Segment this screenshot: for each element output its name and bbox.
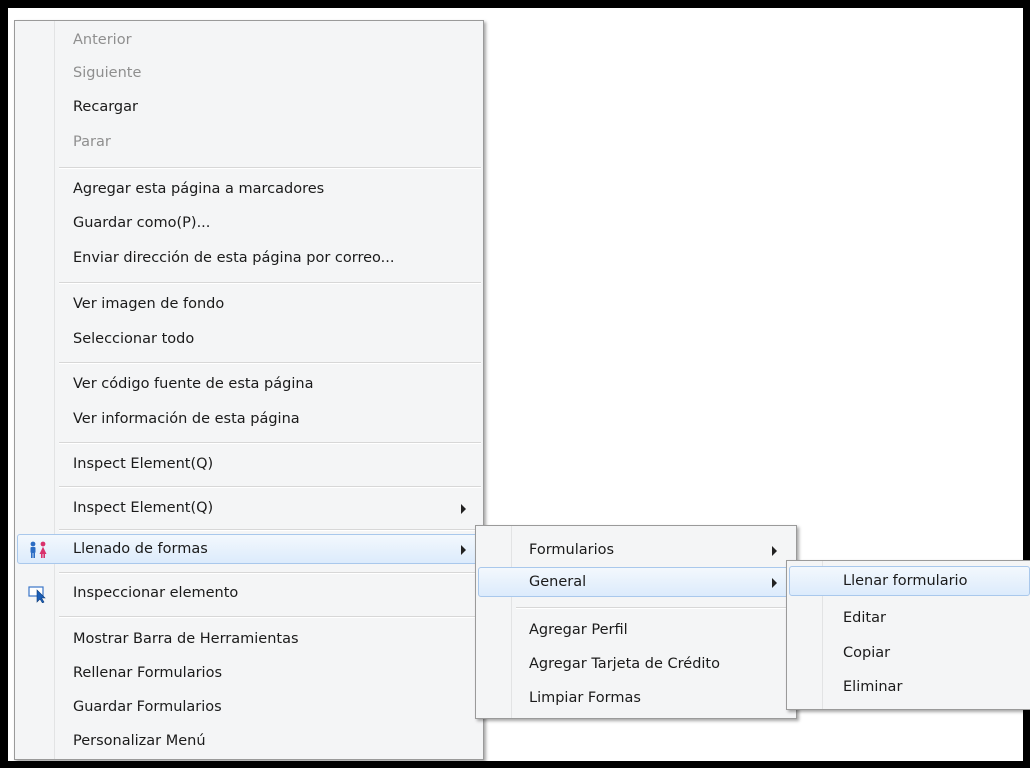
menu-item-inspect-element-submenu[interactable]: Inspect Element(Q) [17, 493, 481, 523]
menu-item-label: Anterior [73, 32, 132, 48]
menu-item-label: Ver código fuente de esta página [73, 376, 314, 392]
menu-item-label: Inspect Element(Q) [73, 500, 214, 516]
menu-item-label: Editar [843, 610, 886, 626]
menu-item-label: General [529, 574, 587, 590]
context-menu: Anterior Siguiente Recargar Parar Agrega… [14, 20, 484, 760]
menu-item-fill-forms[interactable]: Rellenar Formularios [17, 658, 481, 688]
menu-item-label: Ver imagen de fondo [73, 296, 225, 312]
menu-separator [516, 607, 794, 609]
menu-item-back[interactable]: Anterior [17, 25, 481, 55]
menu-separator [59, 362, 481, 364]
submenu-item-copy[interactable]: Copiar [789, 638, 1030, 668]
submenu-item-general[interactable]: General [478, 567, 794, 597]
menu-item-page-info[interactable]: Ver información de esta página [17, 404, 481, 434]
menu-item-customize-menu[interactable]: Personalizar Menú [17, 726, 481, 756]
menu-item-reload[interactable]: Recargar [17, 92, 481, 122]
submenu-item-edit[interactable]: Editar [789, 603, 1030, 633]
menu-item-label: Recargar [73, 99, 138, 115]
submenu-item-clear-forms[interactable]: Limpiar Formas [478, 683, 794, 713]
menu-item-label: Formularios [529, 542, 615, 558]
menu-item-send-link[interactable]: Enviar dirección de esta página por corr… [17, 243, 481, 273]
menu-item-label: Agregar esta página a marcadores [73, 181, 325, 197]
menu-item-label: Limpiar Formas [529, 690, 641, 706]
people-icon [28, 541, 48, 559]
menu-item-select-all[interactable]: Seleccionar todo [17, 324, 481, 354]
menu-item-label: Ver información de esta página [73, 411, 300, 427]
menu-item-label: Inspect Element(Q) [73, 456, 214, 472]
general-submenu: Llenar formulario Editar Copiar Eliminar [786, 560, 1030, 710]
menu-item-save-forms[interactable]: Guardar Formularios [17, 692, 481, 722]
menu-item-label: Rellenar Formularios [73, 665, 223, 681]
submenu-item-forms[interactable]: Formularios [478, 535, 794, 565]
menu-item-view-source[interactable]: Ver código fuente de esta página [17, 369, 481, 399]
menu-item-label: Seleccionar todo [73, 331, 195, 347]
inspect-cursor-icon [28, 585, 48, 604]
menu-separator [59, 167, 481, 169]
menu-item-view-background[interactable]: Ver imagen de fondo [17, 289, 481, 319]
submenu-item-add-credit-card[interactable]: Agregar Tarjeta de Crédito [478, 649, 794, 679]
menu-item-inspect-element[interactable]: Inspect Element(Q) [17, 449, 481, 479]
menu-separator [59, 529, 481, 531]
menu-item-label: Copiar [843, 645, 891, 661]
submenu-arrow-icon [772, 578, 777, 588]
menu-item-label: Agregar Tarjeta de Crédito [529, 656, 720, 672]
menu-separator [59, 616, 481, 618]
menu-item-label: Eliminar [843, 679, 903, 695]
menu-item-label: Mostrar Barra de Herramientas [73, 631, 299, 647]
menu-item-form-filling[interactable]: Llenado de formas [17, 534, 481, 564]
menu-item-label: Guardar Formularios [73, 699, 222, 715]
submenu-item-delete[interactable]: Eliminar [789, 672, 1030, 702]
menu-item-show-toolbar[interactable]: Mostrar Barra de Herramientas [17, 624, 481, 654]
menu-item-label: Guardar como(P)... [73, 215, 211, 231]
menu-item-label: Parar [73, 134, 111, 150]
menu-item-stop[interactable]: Parar [17, 127, 481, 157]
menu-item-label: Personalizar Menú [73, 733, 206, 749]
menu-item-label: Enviar dirección de esta página por corr… [73, 250, 395, 266]
submenu-item-add-profile[interactable]: Agregar Perfil [478, 615, 794, 645]
menu-separator [59, 572, 481, 574]
menu-item-save-as[interactable]: Guardar como(P)... [17, 208, 481, 238]
submenu-item-fill-form[interactable]: Llenar formulario [789, 566, 1030, 596]
submenu-arrow-icon [461, 545, 466, 555]
menu-item-label: Inspeccionar elemento [73, 585, 239, 601]
menu-item-label: Agregar Perfil [529, 622, 628, 638]
menu-item-label: Llenado de formas [73, 541, 208, 557]
menu-separator [59, 282, 481, 284]
menu-item-label: Llenar formulario [843, 573, 968, 589]
menu-item-forward[interactable]: Siguiente [17, 58, 481, 88]
submenu-arrow-icon [772, 546, 777, 556]
form-filling-submenu: Formularios General Agregar Perfil Agreg… [475, 525, 797, 719]
menu-item-inspect-element-es[interactable]: Inspeccionar elemento [17, 578, 481, 608]
menu-item-bookmark-page[interactable]: Agregar esta página a marcadores [17, 174, 481, 204]
menu-item-label: Siguiente [73, 65, 142, 81]
menu-separator [59, 442, 481, 444]
menu-separator [59, 486, 481, 488]
submenu-arrow-icon [461, 504, 466, 514]
